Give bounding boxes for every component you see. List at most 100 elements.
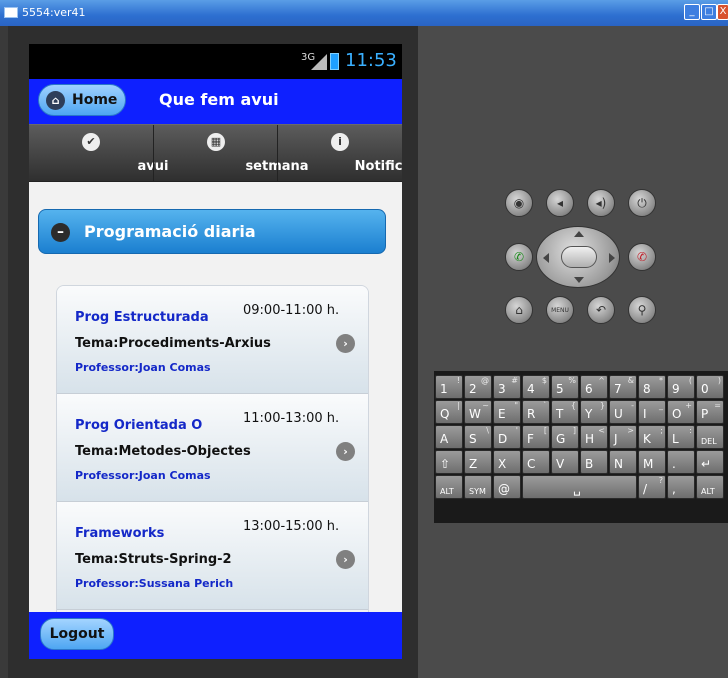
key-r[interactable]: R ` — [522, 400, 550, 424]
list-item[interactable]: 11:00-13:00 h. Prog Orientada O Tema:Met… — [57, 394, 368, 502]
key-alt: * — [659, 376, 663, 385]
key-main: 1 — [440, 382, 448, 396]
key-0[interactable]: 0) — [696, 375, 724, 399]
key-m[interactable]: M — [638, 450, 666, 474]
key-t[interactable]: T{ — [551, 400, 579, 424]
status-clock: 11:53 — [345, 50, 397, 71]
key-alt: ( — [688, 376, 692, 385]
key-main: @ — [498, 482, 510, 496]
key-main: T — [556, 407, 564, 421]
list-item[interactable]: 09:00-11:00 h. Prog Estructurada Tema:Pr… — [57, 286, 368, 394]
key-v[interactable]: V — [551, 450, 579, 474]
key-5[interactable]: 5% — [551, 375, 579, 399]
key-y[interactable]: Y} — [580, 400, 608, 424]
key-3[interactable]: 3 # — [493, 375, 521, 399]
key-main: U — [614, 407, 623, 421]
key-s[interactable]: S \ — [464, 425, 492, 449]
collapsible-programacio[interactable]: – Programació diaria — [38, 209, 386, 254]
key-space[interactable]: ␣ — [522, 475, 637, 499]
key-enter[interactable]: ↵ — [696, 450, 724, 474]
key-del[interactable]: DEL — [696, 425, 724, 449]
key-main: X — [498, 457, 507, 471]
tab-avui[interactable]: ✔ avui — [29, 125, 168, 183]
key-shift[interactable]: ⇧ — [435, 450, 463, 474]
key-sym[interactable]: SYM — [464, 475, 492, 499]
volume-down-icon[interactable]: ◂ — [546, 189, 574, 217]
dpad[interactable] — [536, 226, 620, 288]
tab-setmana[interactable]: ▦ setmana — [153, 125, 309, 183]
dpad-down-icon[interactable] — [574, 277, 584, 283]
key-a[interactable]: A — [435, 425, 463, 449]
camera-icon[interactable]: ◉ — [505, 189, 533, 217]
dpad-left-icon[interactable] — [543, 253, 549, 263]
close-button[interactable]: X — [717, 4, 728, 20]
key-f[interactable]: F[ — [522, 425, 550, 449]
call-icon[interactable]: ✆ — [505, 243, 533, 271]
key-2[interactable]: 2 @ — [464, 375, 492, 399]
logout-button[interactable]: Logout — [40, 618, 114, 650]
end-call-icon[interactable]: ✆ — [628, 243, 656, 271]
key-c[interactable]: C — [522, 450, 550, 474]
menu-key-icon[interactable]: MENU — [546, 296, 574, 324]
minimize-button[interactable]: _ — [684, 4, 700, 20]
page-title: Que fem avui — [159, 90, 279, 109]
key-6[interactable]: 6 ^ — [580, 375, 608, 399]
key-e[interactable]: E " — [493, 400, 521, 424]
key-alt-right[interactable]: ALT — [696, 475, 724, 499]
key-x[interactable]: X — [493, 450, 521, 474]
key-w[interactable]: W ~ — [464, 400, 492, 424]
key-alt: ] — [572, 426, 576, 435]
key-4[interactable]: 4 $ — [522, 375, 550, 399]
tab-notificacions[interactable]: i Notificacions — [277, 125, 402, 183]
key-p[interactable]: P = — [696, 400, 724, 424]
key-main: ↵ — [701, 457, 712, 471]
key-j[interactable]: J > — [609, 425, 637, 449]
item-subject: Prog Orientada O — [75, 418, 203, 433]
key-n[interactable]: N — [609, 450, 637, 474]
key-alt-left[interactable]: ALT — [435, 475, 463, 499]
home-key-icon[interactable]: ⌂ — [505, 296, 533, 324]
power-icon[interactable]: ⏻ — [628, 189, 656, 217]
key-alt: @ — [481, 376, 489, 385]
key-k[interactable]: K; — [638, 425, 666, 449]
key-9[interactable]: 9( — [667, 375, 695, 399]
item-time: 13:00-15:00 h. — [243, 519, 340, 534]
key-main: R — [527, 407, 536, 421]
key-q[interactable]: Q | — [435, 400, 463, 424]
key-main: 2 — [469, 382, 477, 396]
device-screen: 3G 11:53 ⌂ Home Que fem avui ✔ avui ▦ se… — [29, 44, 402, 659]
volume-up-icon[interactable]: ◂) — [587, 189, 615, 217]
navbar: ✔ avui ▦ setmana i Notificacions — [29, 124, 402, 183]
key-z[interactable]: Z — [464, 450, 492, 474]
key-1[interactable]: 1! — [435, 375, 463, 399]
home-button[interactable]: ⌂ Home — [38, 84, 126, 116]
key-at[interactable]: @ — [493, 475, 521, 499]
key-i[interactable]: I _ — [638, 400, 666, 424]
key-d[interactable]: D ' — [493, 425, 521, 449]
key-alt: ^ — [598, 376, 605, 385]
key-u[interactable]: U- — [609, 400, 637, 424]
key-main: L — [672, 432, 679, 446]
key-o[interactable]: O + — [667, 400, 695, 424]
key-alt: _ — [659, 401, 663, 410]
search-icon[interactable]: ⚲ — [628, 296, 656, 324]
battery-icon — [330, 53, 339, 70]
key-l[interactable]: L: — [667, 425, 695, 449]
key-b[interactable]: B — [580, 450, 608, 474]
back-icon[interactable]: ↶ — [587, 296, 615, 324]
dpad-right-icon[interactable] — [609, 253, 615, 263]
dpad-center-button[interactable] — [561, 246, 597, 268]
key-comma[interactable]: , — [667, 475, 695, 499]
key-h[interactable]: H < — [580, 425, 608, 449]
list-item[interactable]: 13:00-15:00 h. Frameworks Tema:Struts-Sp… — [57, 502, 368, 610]
key-main: . — [672, 457, 676, 471]
collapse-icon: – — [51, 223, 70, 242]
key-g[interactable]: G] — [551, 425, 579, 449]
dpad-up-icon[interactable] — [574, 231, 584, 237]
key-period[interactable]: . — [667, 450, 695, 474]
key-7[interactable]: 7 & — [609, 375, 637, 399]
key-8[interactable]: 8 * — [638, 375, 666, 399]
key-slash[interactable]: /? — [638, 475, 666, 499]
maximize-button[interactable]: □ — [701, 4, 717, 20]
key-main: W — [469, 407, 481, 421]
